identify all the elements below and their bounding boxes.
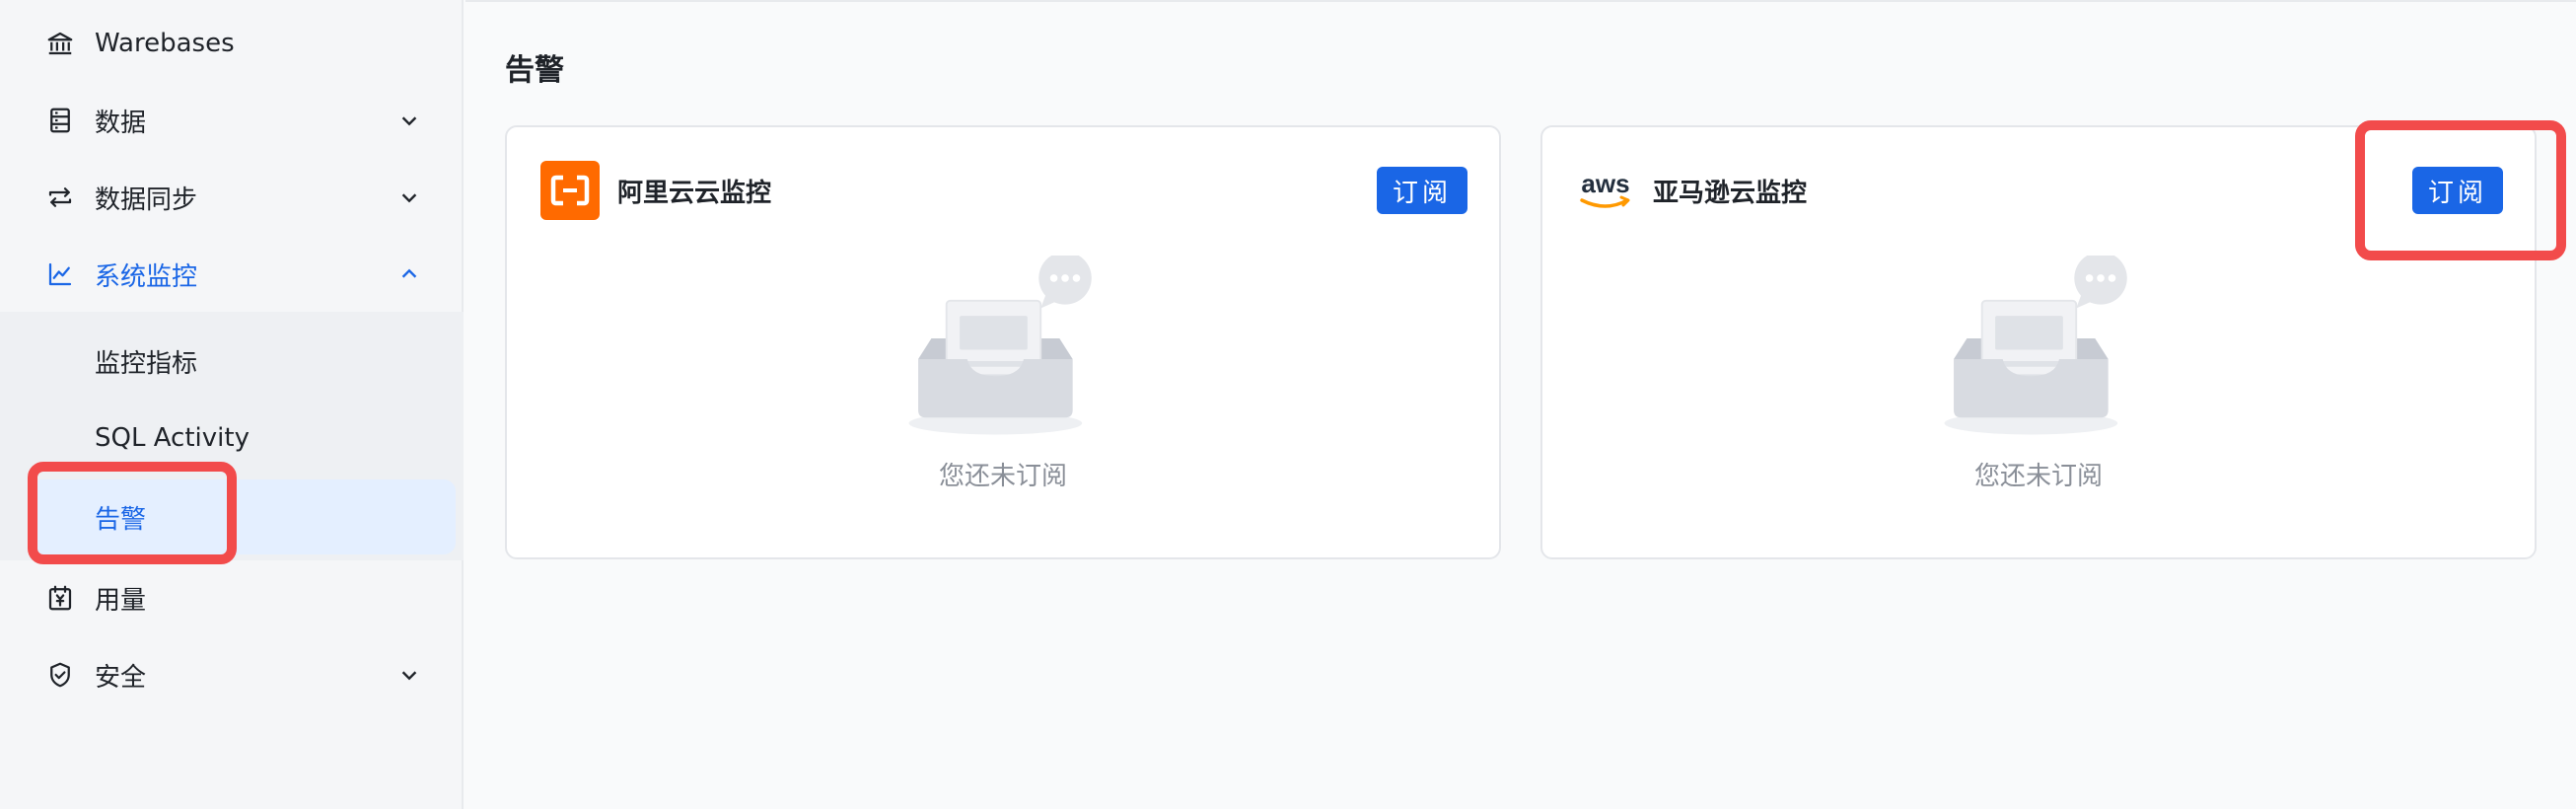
aliyun-logo-icon	[540, 161, 600, 220]
sidebar: Warebases 数据 数据同步 系统监控 监控指标 SQL Activity…	[0, 0, 464, 809]
sidebar-item-label: Warebases	[95, 29, 235, 58]
sidebar-item-warebases[interactable]: Warebases	[0, 6, 464, 81]
sidebar-item-label: 系统监控	[95, 261, 198, 292]
aws-monitor-card: aws 亚马逊云监控 订阅 您还未订阅	[1540, 125, 2537, 559]
chevron-up-icon	[394, 259, 424, 289]
chevron-down-icon	[394, 106, 424, 135]
empty-inbox-illustration	[908, 256, 1092, 435]
empty-inbox-illustration	[1944, 256, 2127, 435]
sidebar-item-label: 数据	[95, 108, 147, 138]
page-title: 告警	[505, 53, 564, 88]
sidebar-item-security[interactable]: 安全	[0, 637, 464, 712]
sidebar-item-label: 告警	[95, 504, 147, 535]
bank-icon	[43, 27, 77, 60]
empty-state: 您还未订阅	[507, 256, 1499, 492]
chevron-down-icon	[394, 183, 424, 212]
main-content: 告警 阿里云云监控 订阅 您还未订阅 aws 亚马逊云监控 订阅 您还未订阅	[465, 0, 2576, 809]
subscribe-button[interactable]: 订阅	[1377, 167, 1467, 214]
empty-text: 您还未订阅	[938, 462, 1067, 491]
sidebar-item-sql-activity[interactable]: SQL Activity	[0, 401, 464, 476]
empty-state: 您还未订阅	[1542, 256, 2535, 492]
sidebar-item-data-sync[interactable]: 数据同步	[0, 160, 464, 235]
svg-text:aws: aws	[1581, 169, 1629, 198]
aws-logo-icon: aws	[1576, 161, 1635, 220]
app-window: Warebases 数据 数据同步 系统监控 监控指标 SQL Activity…	[0, 0, 2576, 809]
card-title: 阿里云云监控	[617, 178, 772, 208]
sync-icon	[43, 181, 77, 214]
calendar-yen-icon	[43, 581, 77, 615]
sidebar-item-label: 安全	[95, 662, 147, 693]
line-chart-icon	[43, 257, 77, 291]
empty-text: 您还未订阅	[1973, 462, 2103, 491]
system-monitor-submenu: 监控指标 SQL Activity 告警	[0, 312, 464, 560]
database-icon	[43, 104, 77, 137]
sidebar-item-usage[interactable]: 用量	[0, 560, 464, 635]
sidebar-item-system-monitor[interactable]: 系统监控	[0, 237, 464, 312]
sidebar-item-label: SQL Activity	[95, 423, 250, 453]
shield-check-icon	[43, 658, 77, 692]
sidebar-item-label: 监控指标	[95, 348, 198, 379]
subscribe-button[interactable]: 订阅	[2412, 167, 2503, 214]
card-title: 亚马逊云监控	[1653, 178, 1808, 208]
card-header: aws 亚马逊云监控 订阅	[1576, 161, 2503, 220]
sidebar-item-label: 数据同步	[95, 184, 198, 215]
chevron-down-icon	[394, 660, 424, 690]
sidebar-item-alerts[interactable]: 告警	[30, 479, 456, 554]
aliyun-monitor-card: 阿里云云监控 订阅 您还未订阅	[505, 125, 1501, 559]
sidebar-item-label: 用量	[95, 585, 147, 616]
card-header: 阿里云云监控 订阅	[540, 161, 1467, 220]
sidebar-item-metrics[interactable]: 监控指标	[0, 324, 464, 399]
sidebar-item-data[interactable]: 数据	[0, 83, 464, 158]
